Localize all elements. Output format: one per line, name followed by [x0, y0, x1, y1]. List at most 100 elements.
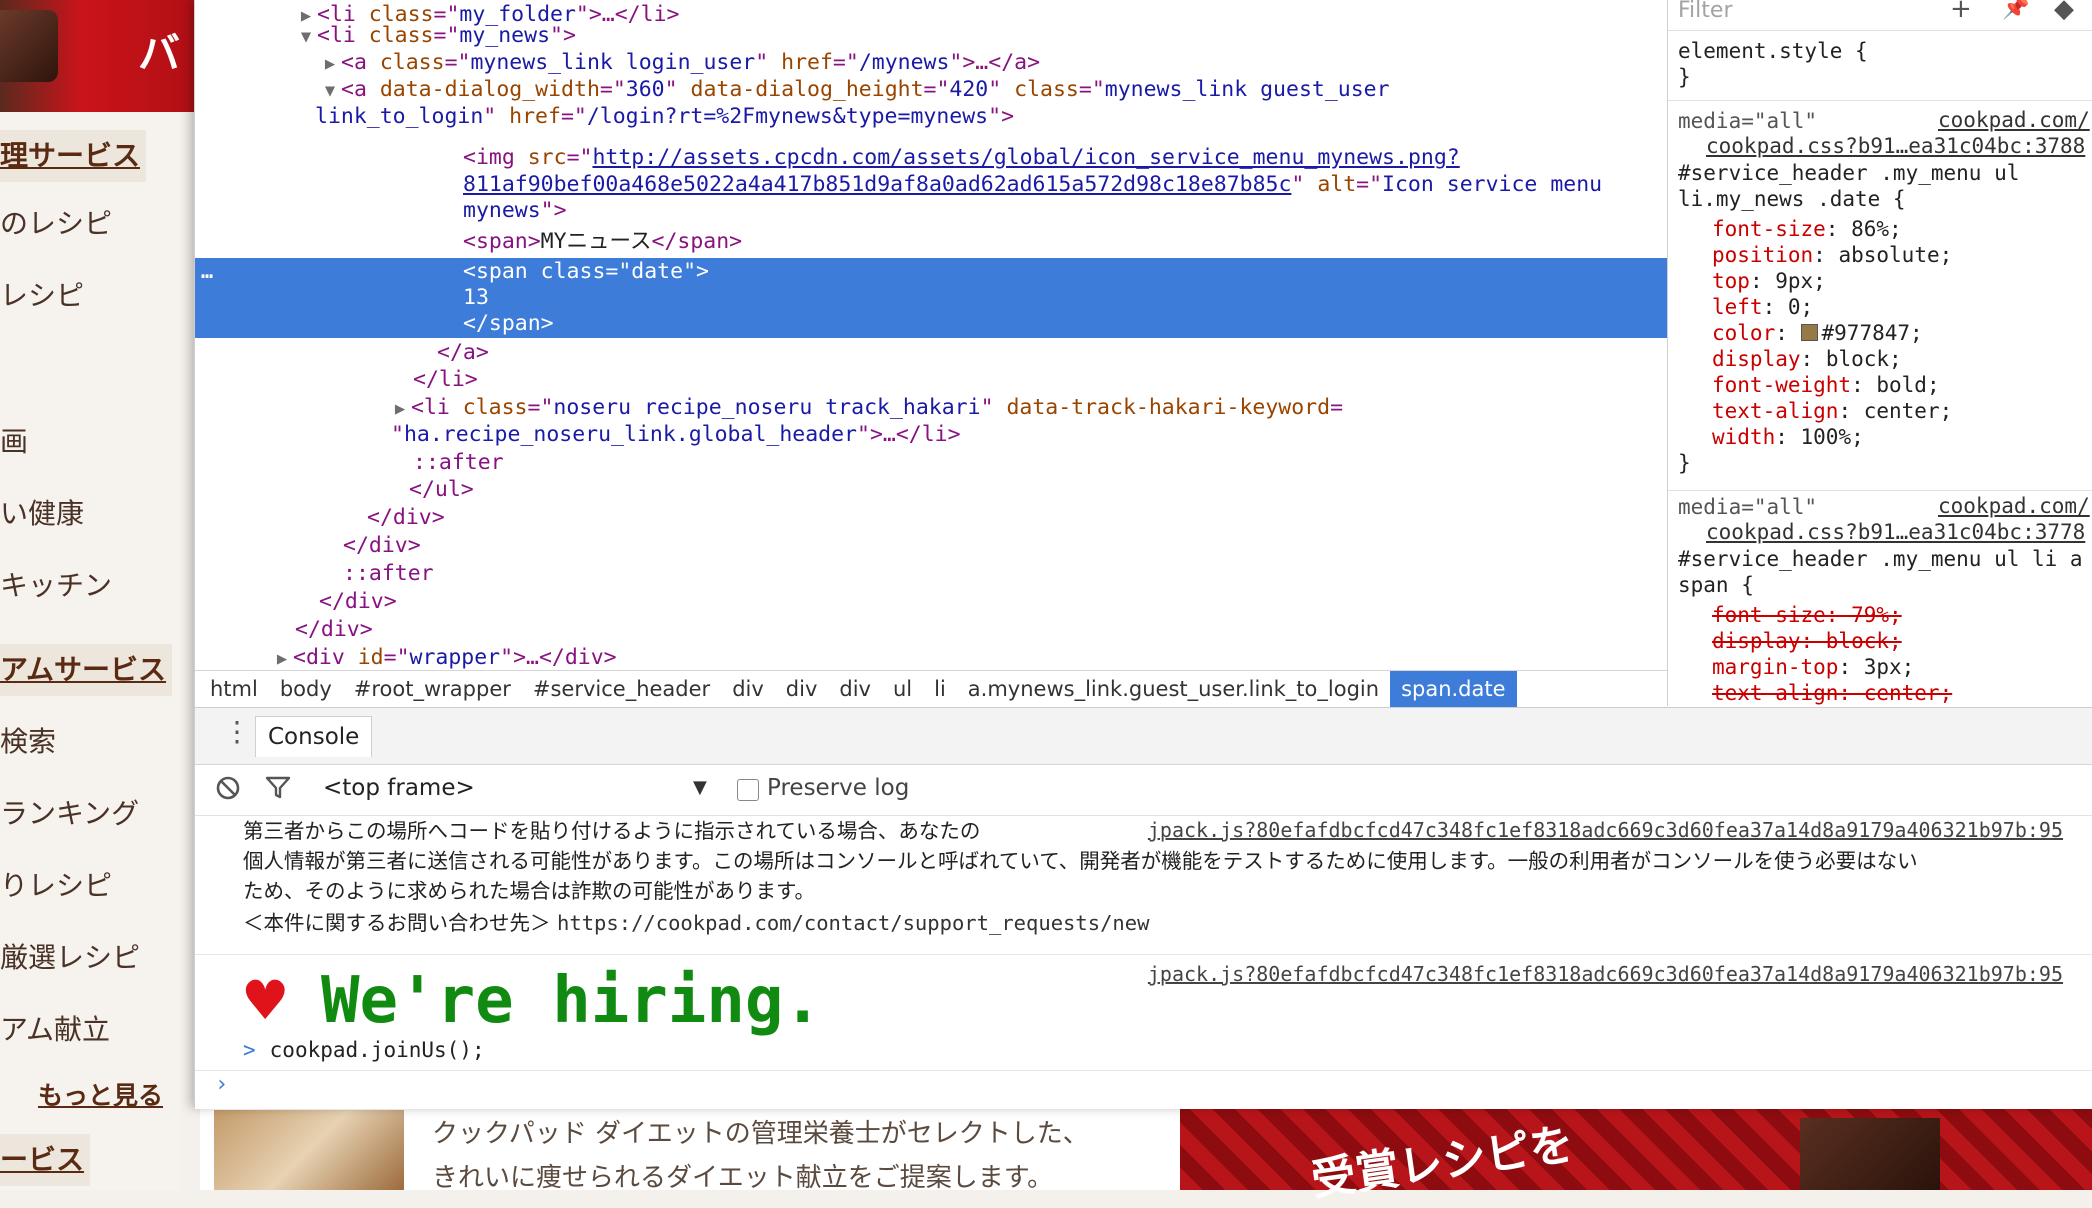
kebab-menu-icon[interactable]: ⋮	[223, 718, 251, 746]
overridden-property[interactable]: text-align: center;	[1712, 680, 1952, 706]
breadcrumb-item[interactable]: #service_header	[522, 671, 721, 707]
tag-punct: ="	[566, 145, 593, 170]
new-style-rule-icon[interactable]: +	[1950, 0, 1972, 24]
preserve-log-label[interactable]: Preserve log	[767, 775, 909, 801]
console-prompt-input[interactable]: ›	[215, 1072, 228, 1097]
css-selector[interactable]: #service_header .my_menu ul	[1678, 160, 2019, 186]
sidebar-item[interactable]: 検索	[0, 720, 56, 760]
dom-node[interactable]: ▶ <a class="mynews_link login_user" href=…	[195, 49, 1667, 76]
source-link[interactable]: cookpad.com/	[1938, 108, 2090, 132]
src-link[interactable]: http://assets.cpcdn.com/assets/global/ic…	[592, 145, 1459, 170]
element-style-selector[interactable]: element.style {	[1678, 38, 1868, 64]
dom-node[interactable]: </ul>	[195, 476, 1667, 503]
preserve-log-checkbox[interactable]	[737, 779, 759, 801]
css-property[interactable]: width: 100%;	[1712, 424, 1864, 450]
expand-triangle-icon[interactable]: ▶	[319, 51, 341, 78]
devtools-window: ▶ <li class="my_folder">…</li> ▼ <li class…	[194, 0, 2092, 1109]
dom-node[interactable]: </div>	[195, 616, 1667, 643]
elements-tree[interactable]: ▶ <li class="my_folder">…</li> ▼ <li class…	[195, 0, 1667, 670]
sidebar-item[interactable]: い健康	[0, 492, 84, 532]
sidebar-item[interactable]: アム献立	[0, 1008, 110, 1048]
breadcrumb-item[interactable]: div	[721, 671, 775, 707]
dom-node[interactable]: </li>	[195, 366, 1667, 393]
more-link[interactable]: もっと見る	[38, 1076, 163, 1112]
sidebar-heading[interactable]: ービス	[0, 1134, 91, 1186]
dom-node[interactable]: </div>	[195, 504, 1667, 531]
dom-node[interactable]: ▼ <a data-dialog_width="360" data-dialog_…	[195, 76, 1667, 103]
overridden-property[interactable]: font-size: 79%;	[1712, 602, 1902, 628]
css-property[interactable]: text-align: center;	[1712, 398, 1952, 424]
pin-icon[interactable]: 📌	[2002, 0, 2029, 21]
css-selector[interactable]: span {	[1678, 572, 1754, 598]
css-property[interactable]: font-size: 86%;	[1712, 216, 1902, 242]
breadcrumb-item[interactable]: a.mynews_link.guest_user.link_to_login	[957, 671, 1390, 707]
css-property[interactable]: top: 9px;	[1712, 268, 1826, 294]
src-link[interactable]: 811af90bef00a468e5022a4a417b851d9af8a0ad…	[463, 172, 1291, 197]
header-banner[interactable]: バ	[0, 0, 200, 112]
sidebar-item[interactable]: のレシピ	[0, 202, 112, 242]
pseudo-element[interactable]: ::after	[195, 449, 1667, 476]
tab-console[interactable]: Console	[255, 716, 373, 757]
clear-console-icon[interactable]	[215, 775, 241, 801]
collapse-triangle-icon[interactable]: ▼	[319, 78, 341, 105]
color-swatch-icon[interactable]	[1800, 324, 1818, 341]
ad-banner[interactable]: 受賞レシピを	[1180, 1108, 2092, 1206]
sidebar-item[interactable]: キッチン	[0, 564, 112, 604]
css-property[interactable]: position: absolute;	[1712, 242, 1952, 268]
breadcrumb-item[interactable]: li	[923, 671, 957, 707]
source-link[interactable]: cookpad.com/	[1938, 494, 2090, 518]
breadcrumb-item[interactable]: html	[199, 671, 269, 707]
sidebar-item[interactable]: ランキング	[0, 792, 139, 832]
breadcrumb-item[interactable]: ul	[882, 671, 923, 707]
dom-node[interactable]: ▼ <li class="my_news">	[195, 22, 1667, 49]
dom-node[interactable]: ▶ <div id="wrapper">…</div>	[195, 644, 1667, 670]
breadcrumb-item[interactable]: div	[775, 671, 829, 707]
dom-node[interactable]: </div>	[195, 588, 1667, 615]
dom-node[interactable]: ▶ <li class="noseru recipe_noseru track_h…	[195, 394, 1667, 421]
dom-node-continuation[interactable]: "ha.recipe_noseru_link.global_header">…<…	[195, 421, 1667, 448]
css-property[interactable]: left: 0;	[1712, 294, 1813, 320]
more-options-icon[interactable]: …	[201, 258, 213, 285]
breadcrumb-item-active[interactable]: span.date	[1390, 671, 1517, 707]
breadcrumb-item[interactable]: #root_wrapper	[343, 671, 522, 707]
pseudo-element[interactable]: ::after	[195, 560, 1667, 587]
dom-node-continuation[interactable]: mynews">	[195, 197, 1667, 224]
message-source-link[interactable]: jpack.js?80efafdbcfcd47c348fc1ef8318adc6…	[1148, 962, 2063, 986]
dropdown-arrow-icon[interactable]: ▼	[693, 777, 707, 798]
selected-dom-node[interactable]: … <span class="date"> 13 </span>	[195, 258, 1667, 338]
source-link[interactable]: cookpad.css?b91…ea31c04bc:3788	[1706, 134, 2085, 158]
dom-node[interactable]: </div>	[195, 532, 1667, 559]
source-link[interactable]: cookpad.css?b91…ea31c04bc:3778	[1706, 520, 2085, 544]
sidebar-item[interactable]: レシピ	[0, 274, 84, 314]
css-property[interactable]: display: block;	[1712, 346, 1902, 372]
food-thumbnail[interactable]	[214, 1110, 404, 1190]
dom-node-continuation[interactable]: link_to_login" href="/login?rt=%2Fmynews…	[195, 103, 1667, 130]
dom-node-continuation[interactable]: 811af90bef00a468e5022a4a417b851d9af8a0ad…	[195, 171, 1667, 198]
property-value: bold;	[1863, 373, 1940, 397]
sidebar-item[interactable]: 画	[0, 420, 28, 460]
toggle-element-state-icon[interactable]: ◆	[2054, 0, 2074, 24]
filter-icon[interactable]	[265, 775, 291, 801]
css-property[interactable]: color: #977847;	[1712, 320, 1923, 346]
expand-triangle-icon[interactable]: ▶	[271, 646, 293, 670]
dom-node[interactable]: <span>MYニュース</span>	[195, 228, 1667, 255]
sidebar-item[interactable]: 厳選レシピ	[0, 936, 140, 976]
breadcrumb-item[interactable]: body	[269, 671, 343, 707]
css-property[interactable]: margin-top: 3px;	[1712, 654, 1914, 680]
css-property[interactable]: font-weight: bold;	[1712, 372, 1940, 398]
collapse-triangle-icon[interactable]: ▼	[295, 24, 317, 51]
sidebar-item[interactable]: りレシピ	[0, 864, 112, 904]
expand-triangle-icon[interactable]: ▶	[389, 396, 411, 423]
sidebar-heading[interactable]: アムサービス	[0, 644, 173, 696]
context-selector[interactable]: <top frame>	[323, 775, 475, 801]
sidebar-heading[interactable]: 理サービス	[0, 130, 147, 182]
overridden-property[interactable]: display: block;	[1712, 628, 1902, 654]
dom-node[interactable]: <img src="http://assets.cpcdn.com/assets…	[195, 144, 1667, 171]
contact-url[interactable]: https://cookpad.com/contact/support_requ…	[557, 911, 1149, 935]
css-selector[interactable]: li.my_news .date {	[1678, 186, 1906, 212]
filter-input[interactable]: Filter	[1678, 0, 1732, 23]
css-selector[interactable]: #service_header .my_menu ul li a	[1678, 546, 2083, 572]
breadcrumb-item[interactable]: div	[828, 671, 882, 707]
dom-node[interactable]: </a>	[195, 339, 1667, 366]
message-source-link[interactable]: jpack.js?80efafdbcfcd47c348fc1ef8318adc6…	[1148, 818, 2063, 842]
